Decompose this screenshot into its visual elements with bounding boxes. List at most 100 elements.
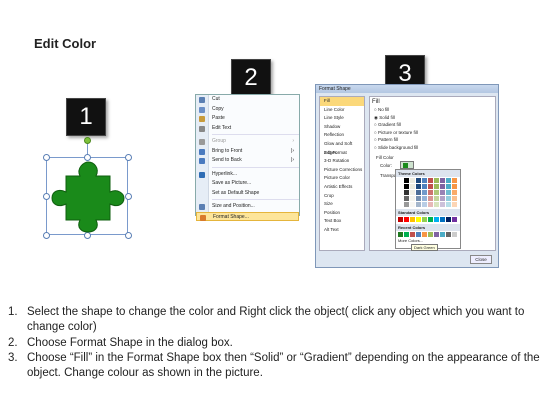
- color-swatch[interactable]: [410, 190, 415, 195]
- category-item[interactable]: Crop: [320, 192, 364, 201]
- color-swatch[interactable]: [398, 232, 403, 237]
- color-picker-button[interactable]: [400, 161, 414, 169]
- color-swatch[interactable]: [398, 196, 403, 201]
- color-swatch[interactable]: [428, 232, 433, 237]
- menu-item[interactable]: Save as Picture...: [196, 179, 299, 189]
- color-swatch[interactable]: [428, 196, 433, 201]
- menu-item[interactable]: Edit Text: [196, 124, 299, 134]
- menu-item[interactable]: Hyperlink...: [196, 170, 299, 180]
- fill-option-radio[interactable]: ○ Gradient fill: [374, 122, 401, 127]
- category-item[interactable]: Artistic Effects: [320, 183, 364, 192]
- color-swatch[interactable]: [398, 217, 403, 222]
- color-swatch[interactable]: [440, 217, 445, 222]
- color-swatch[interactable]: [416, 202, 421, 207]
- color-swatch[interactable]: [404, 217, 409, 222]
- color-swatch[interactable]: [434, 184, 439, 189]
- fill-option-radio[interactable]: ○ No fill: [374, 107, 389, 112]
- resize-handle[interactable]: [125, 154, 132, 161]
- color-swatch[interactable]: [440, 196, 445, 201]
- color-swatch[interactable]: [416, 190, 421, 195]
- color-swatch[interactable]: [452, 184, 457, 189]
- color-swatch[interactable]: [428, 178, 433, 183]
- color-swatch[interactable]: [446, 178, 451, 183]
- color-swatch[interactable]: [428, 202, 433, 207]
- color-swatch[interactable]: [410, 196, 415, 201]
- category-item[interactable]: Position: [320, 209, 364, 218]
- color-swatch[interactable]: [404, 196, 409, 201]
- menu-item[interactable]: Group ›: [196, 137, 299, 147]
- color-swatch[interactable]: [398, 178, 403, 183]
- category-item[interactable]: Fill: [320, 97, 364, 106]
- category-item[interactable]: Shadow: [320, 123, 364, 132]
- rotation-handle[interactable]: [84, 137, 91, 144]
- menu-item[interactable]: Bring to Front |›: [196, 147, 299, 157]
- category-item[interactable]: Picture Color: [320, 174, 364, 183]
- menu-item[interactable]: Cut: [196, 95, 299, 105]
- resize-handle[interactable]: [43, 232, 50, 239]
- color-swatch[interactable]: [428, 190, 433, 195]
- color-swatch[interactable]: [452, 217, 457, 222]
- color-swatch[interactable]: [422, 217, 427, 222]
- color-swatch[interactable]: [446, 217, 451, 222]
- color-swatch[interactable]: [410, 232, 415, 237]
- color-swatch[interactable]: [452, 190, 457, 195]
- color-swatch[interactable]: [422, 202, 427, 207]
- color-swatch[interactable]: [398, 184, 403, 189]
- menu-item[interactable]: Copy: [196, 105, 299, 115]
- category-item[interactable]: Text Box: [320, 217, 364, 226]
- resize-handle[interactable]: [43, 154, 50, 161]
- color-swatch[interactable]: [446, 202, 451, 207]
- category-item[interactable]: Line Style: [320, 114, 364, 123]
- menu-item[interactable]: Send to Back |›: [196, 156, 299, 166]
- color-swatch[interactable]: [416, 178, 421, 183]
- category-item[interactable]: 3-D Format: [320, 149, 364, 158]
- color-swatch[interactable]: [410, 184, 415, 189]
- color-swatch[interactable]: [452, 178, 457, 183]
- fill-option-radio[interactable]: ○ Slide background fill: [374, 145, 418, 150]
- category-item[interactable]: Picture Corrections: [320, 166, 364, 175]
- color-swatch[interactable]: [398, 190, 403, 195]
- color-swatch[interactable]: [434, 190, 439, 195]
- color-swatch[interactable]: [428, 217, 433, 222]
- color-swatch[interactable]: [404, 178, 409, 183]
- close-button[interactable]: Close: [470, 255, 492, 264]
- color-swatch[interactable]: [434, 217, 439, 222]
- category-item[interactable]: Line Color: [320, 106, 364, 115]
- color-swatch[interactable]: [404, 190, 409, 195]
- color-swatch[interactable]: [434, 202, 439, 207]
- color-swatch[interactable]: [422, 178, 427, 183]
- category-item[interactable]: Alt Text: [320, 226, 364, 235]
- color-swatch[interactable]: [440, 232, 445, 237]
- menu-item[interactable]: Paste: [196, 114, 299, 124]
- color-swatch[interactable]: [434, 232, 439, 237]
- color-swatch[interactable]: [404, 202, 409, 207]
- color-swatch[interactable]: [422, 232, 427, 237]
- color-swatch[interactable]: [410, 202, 415, 207]
- category-item[interactable]: Size: [320, 200, 364, 209]
- color-swatch[interactable]: [452, 202, 457, 207]
- resize-handle[interactable]: [125, 232, 132, 239]
- color-swatch[interactable]: [452, 196, 457, 201]
- color-swatch[interactable]: [446, 196, 451, 201]
- color-swatch[interactable]: [434, 196, 439, 201]
- fill-option-radio[interactable]: ◉ Solid fill: [374, 115, 395, 121]
- color-swatch[interactable]: [410, 217, 415, 222]
- color-swatch[interactable]: [440, 202, 445, 207]
- color-swatch[interactable]: [404, 232, 409, 237]
- color-swatch[interactable]: [440, 190, 445, 195]
- color-swatch[interactable]: [428, 184, 433, 189]
- color-swatch[interactable]: [434, 178, 439, 183]
- fill-option-radio[interactable]: ○ Pattern fill: [374, 137, 398, 142]
- color-swatch[interactable]: [446, 184, 451, 189]
- color-swatch[interactable]: [422, 196, 427, 201]
- menu-item[interactable]: Size and Position...: [196, 202, 299, 212]
- color-swatch[interactable]: [446, 190, 451, 195]
- category-item[interactable]: Reflection: [320, 131, 364, 140]
- color-swatch[interactable]: [410, 178, 415, 183]
- color-swatch[interactable]: [440, 178, 445, 183]
- resize-handle[interactable]: [43, 193, 50, 200]
- color-swatch[interactable]: [404, 184, 409, 189]
- color-swatch[interactable]: [440, 184, 445, 189]
- color-swatch[interactable]: [398, 202, 403, 207]
- color-swatch[interactable]: [416, 217, 421, 222]
